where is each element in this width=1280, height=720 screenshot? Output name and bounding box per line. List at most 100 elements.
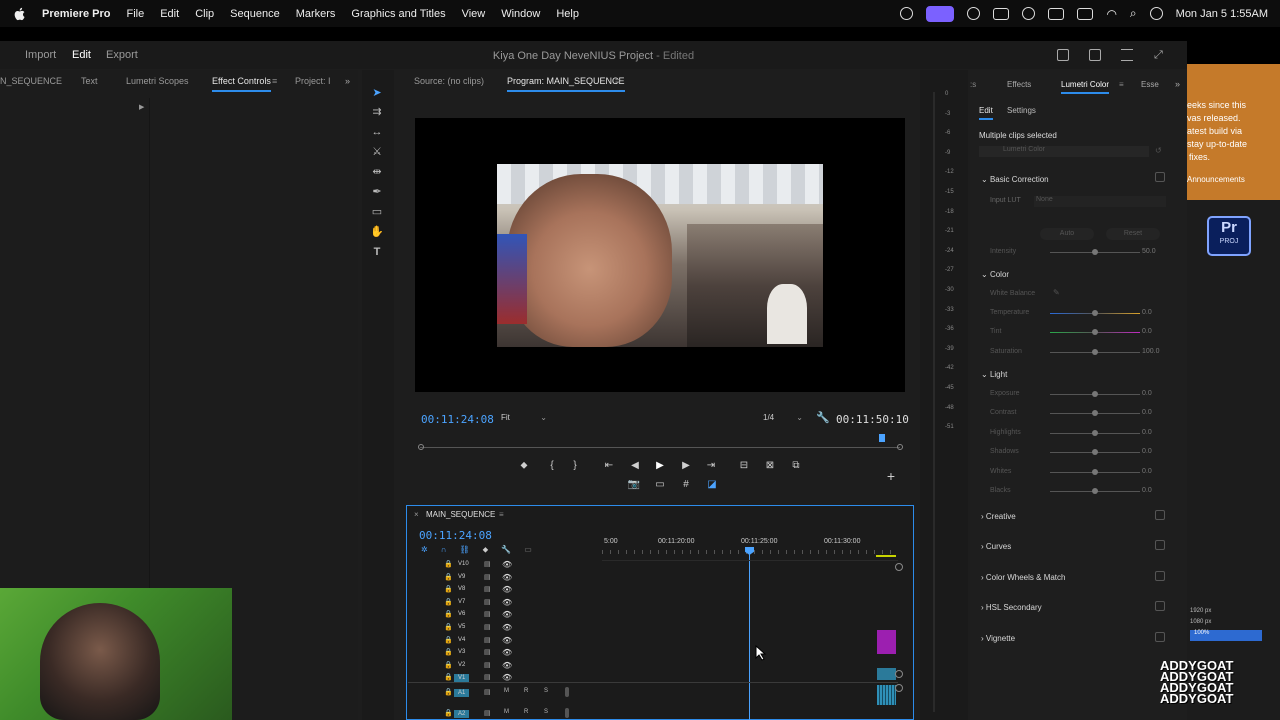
tab-partial[interactable]: :s xyxy=(970,80,976,89)
effect-dropdown[interactable]: Lumetri Color xyxy=(979,146,1149,157)
fit-dropdown[interactable]: Fit ⌄ xyxy=(501,413,547,422)
lift-icon[interactable]: ⊟ xyxy=(737,460,751,472)
slider-knob[interactable] xyxy=(1092,488,1098,494)
go-to-out-icon[interactable]: ⇥ xyxy=(704,460,718,472)
slider-value[interactable]: 0.0 xyxy=(1142,390,1152,397)
slip-tool-icon[interactable]: ⇹ xyxy=(370,166,384,178)
timeline-timecode[interactable]: 00:11:24:08 xyxy=(419,529,492,542)
lock-icon[interactable]: 🔒 xyxy=(444,688,453,696)
vpn-icon[interactable] xyxy=(993,7,1010,20)
slider-knob[interactable] xyxy=(1092,310,1098,316)
panel-menu-icon[interactable]: ≡ xyxy=(499,510,504,519)
lock-icon[interactable]: 🔒 xyxy=(444,673,453,681)
lock-icon[interactable]: 🔒 xyxy=(444,610,453,618)
track-label[interactable]: V4 xyxy=(458,637,465,643)
wifi-icon[interactable]: ◠ xyxy=(1106,7,1116,21)
track-label[interactable]: A1 xyxy=(454,689,470,697)
screen-record-icon[interactable] xyxy=(926,5,955,22)
lock-icon[interactable]: 🔒 xyxy=(444,560,453,568)
workspaces-icon[interactable] xyxy=(1121,49,1133,61)
value-slider[interactable] xyxy=(1050,310,1140,316)
track-label[interactable]: V7 xyxy=(458,599,465,605)
menu-sequence[interactable]: Sequence xyxy=(230,8,280,20)
sequence-tab[interactable]: MAIN_SEQUENCE xyxy=(426,510,495,519)
slider-knob[interactable] xyxy=(1092,468,1098,475)
close-sequence-icon[interactable]: × xyxy=(414,510,419,519)
slider-knob[interactable] xyxy=(1092,391,1098,397)
audio-track-button[interactable]: S xyxy=(544,688,548,694)
tab-text[interactable]: Text xyxy=(81,76,98,86)
eye-icon[interactable]: 👁 xyxy=(502,598,512,607)
reset-button[interactable]: Reset xyxy=(1106,228,1160,240)
menu-help[interactable]: Help xyxy=(556,8,579,20)
linked-selection-icon[interactable]: ⛓ xyxy=(459,545,469,555)
timeline-settings-icon[interactable]: 🔧 xyxy=(501,545,511,555)
razor-tool-icon[interactable]: ⚔ xyxy=(370,146,384,158)
step-back-icon[interactable]: ◀ xyxy=(628,460,642,472)
value-slider[interactable] xyxy=(1050,410,1140,417)
sync-lock-icon[interactable]: ▤ xyxy=(484,636,491,644)
wrench-icon[interactable]: 🔧 xyxy=(816,411,830,424)
snap-icon[interactable]: ∩ xyxy=(441,545,447,555)
extract-icon[interactable]: ⊠ xyxy=(763,460,777,472)
sync-icon[interactable] xyxy=(967,7,981,20)
expand-triangle-icon[interactable]: ▶ xyxy=(139,103,144,111)
quick-export-icon[interactable] xyxy=(1057,49,1069,61)
ripple-edit-icon[interactable]: ↔ xyxy=(370,126,384,138)
lock-icon[interactable]: 🔒 xyxy=(444,598,453,606)
work-area-bar[interactable] xyxy=(876,555,896,557)
section-enable-checkbox[interactable] xyxy=(1155,631,1165,642)
tab-source[interactable]: Source: (no clips) xyxy=(414,76,484,86)
lumetri-section[interactable]: › Curves xyxy=(981,542,1011,551)
play-button-icon[interactable]: ▶ xyxy=(653,460,667,472)
section-enable-checkbox[interactable] xyxy=(1155,510,1165,520)
slider-value[interactable]: 0.0 xyxy=(1142,429,1152,436)
audio-track-button[interactable]: M xyxy=(504,688,509,694)
slider-value[interactable]: 0.0 xyxy=(1142,309,1152,316)
sync-lock-icon[interactable]: ▤ xyxy=(484,585,491,593)
quality-dropdown[interactable]: 1/4 ⌄ xyxy=(763,413,803,422)
tab-lumetri-color[interactable]: Lumetri Color xyxy=(1061,80,1110,94)
headphones-icon[interactable] xyxy=(1022,7,1036,20)
program-playhead[interactable] xyxy=(879,434,885,442)
vr-icon[interactable]: ◪ xyxy=(705,479,719,491)
pen-tool-icon[interactable]: ✒ xyxy=(370,186,384,198)
sync-lock-icon[interactable]: ▤ xyxy=(484,673,491,681)
subtab-settings[interactable]: Settings xyxy=(1007,106,1036,115)
slider-knob[interactable] xyxy=(1092,429,1098,436)
apple-icon[interactable] xyxy=(14,7,26,21)
mark-in-icon[interactable]: { xyxy=(545,460,559,472)
section-enable-checkbox[interactable] xyxy=(1155,601,1165,612)
intensity-slider[interactable] xyxy=(1050,249,1140,255)
battery-icon[interactable] xyxy=(1077,7,1094,20)
track-label[interactable]: V2 xyxy=(458,662,465,668)
eyedropper-icon[interactable]: ✎ xyxy=(1053,288,1060,297)
control-center-icon[interactable] xyxy=(1149,7,1163,20)
input-lut-dropdown[interactable]: None xyxy=(1034,196,1166,207)
lock-icon[interactable]: 🔒 xyxy=(444,648,453,656)
compare-icon[interactable]: ⧉ xyxy=(789,460,803,472)
track-label[interactable]: V5 xyxy=(458,624,465,630)
track-label[interactable]: A2 xyxy=(454,710,470,718)
more-tabs-icon[interactable]: » xyxy=(345,76,350,86)
add-marker-icon[interactable]: ⬥ xyxy=(483,545,489,555)
menu-file[interactable]: File xyxy=(126,8,144,20)
tab-lumetri-scopes[interactable]: Lumetri Scopes xyxy=(126,76,189,86)
more-tabs-icon[interactable]: » xyxy=(1175,79,1180,89)
scale-value[interactable]: 100% xyxy=(1190,630,1262,641)
clip-video[interactable] xyxy=(877,668,896,680)
lock-icon[interactable]: 🔒 xyxy=(444,573,453,581)
scroll-handle[interactable] xyxy=(895,684,903,692)
sync-lock-icon[interactable]: ▤ xyxy=(484,661,491,669)
fullscreen-icon[interactable]: ⤢ xyxy=(1154,49,1166,61)
type-tool-icon[interactable]: T xyxy=(370,246,384,258)
share-icon[interactable] xyxy=(1089,49,1101,61)
slider-value[interactable]: 100.0 xyxy=(1142,348,1160,355)
mark-out-icon[interactable]: } xyxy=(568,460,582,472)
track-label[interactable]: V9 xyxy=(458,574,465,580)
lumetri-section[interactable]: › Color Wheels & Match xyxy=(981,573,1065,582)
tab-sequence[interactable]: N_SEQUENCE xyxy=(0,76,62,86)
section-enable-checkbox[interactable] xyxy=(1155,540,1165,551)
section-enable-checkbox[interactable] xyxy=(1155,570,1165,581)
add-marker-icon[interactable]: ⬥ xyxy=(517,460,531,472)
